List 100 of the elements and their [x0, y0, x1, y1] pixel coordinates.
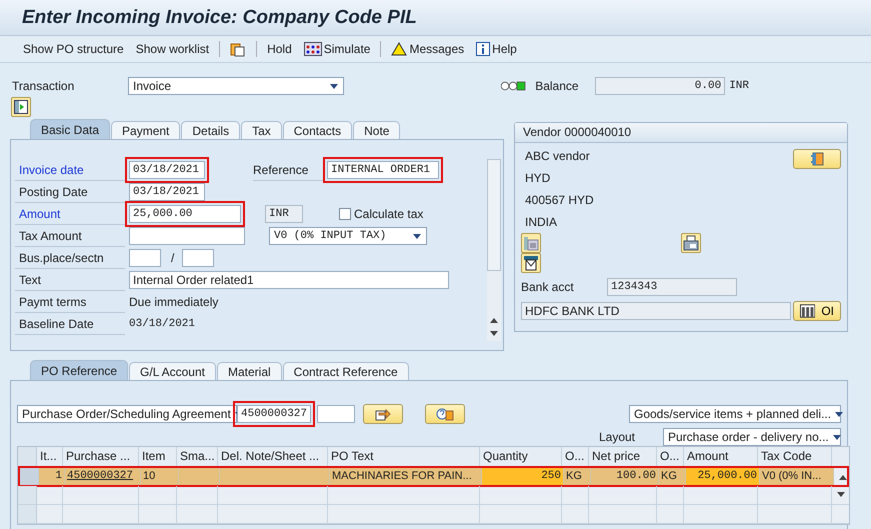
toolbar-button[interactable]: Show PO structure [18, 40, 129, 58]
layout-label: Layout [598, 430, 635, 444]
vendor-address-line: HYD [525, 170, 552, 187]
help-search-icon [436, 407, 454, 421]
scrollbar[interactable] [487, 159, 501, 341]
simulate-button[interactable]: Simulate [298, 40, 376, 58]
baseline-date-text: 03/18/2021 [129, 318, 196, 330]
transaction-label: Transaction [12, 79, 76, 93]
column-header[interactable]: Quantity [480, 447, 562, 466]
column-header[interactable]: Item [139, 447, 177, 466]
window-title: Enter Incoming Invoice: Company Code PIL [22, 6, 417, 28]
table-cell: KG [659, 468, 686, 485]
tab[interactable]: Payment [111, 121, 180, 139]
bank-account-label: Bank acct [521, 280, 575, 294]
tab[interactable]: PO Reference [30, 360, 128, 380]
separator-text: / [171, 251, 174, 265]
tax-code-dropdown[interactable]: V0 (0% INPUT TAX) [269, 227, 427, 245]
fax-icon [683, 235, 699, 251]
scroll-up-icon[interactable] [838, 474, 848, 480]
grid-icon [304, 42, 322, 56]
table-cell[interactable]: 25,000.00 [686, 468, 760, 485]
column-header[interactable]: O... [657, 447, 684, 466]
scroll-down-icon[interactable] [489, 331, 500, 337]
calculate-tax-checkbox[interactable]: Calculate tax [339, 207, 424, 221]
tab[interactable]: Tax [241, 121, 282, 139]
warning-icon [391, 42, 408, 56]
tab[interactable]: Contract Reference [282, 362, 409, 380]
column-header[interactable]: Tax Code [758, 447, 832, 466]
balance-label: Balance [535, 79, 580, 93]
baseline-date-label: Baseline Date [15, 314, 125, 334]
transfer-button[interactable] [363, 404, 403, 424]
clipboard-icon [230, 41, 246, 57]
table-cell: KG [564, 468, 591, 485]
item-selection-dropdown[interactable]: Goods/service items + planned deli... [629, 405, 841, 423]
open-items-button[interactable]: OI [793, 301, 841, 321]
tax-amount-label: Tax Amount [15, 226, 125, 246]
column-header[interactable]: Purchase ... [63, 447, 139, 466]
vendor-title: Vendor 0000040010 [515, 123, 847, 143]
layout-toggle-button[interactable] [11, 97, 31, 117]
table-cell: MACHINARIES FOR PAIN... [330, 468, 482, 485]
tab[interactable]: Details [181, 121, 240, 139]
table-cell[interactable]: 100.00 [591, 468, 659, 485]
tax-amount-field[interactable] [129, 227, 245, 245]
mail-button[interactable] [521, 253, 541, 273]
column-header[interactable]: Sma... [177, 447, 218, 466]
table-cell: V0 (0% IN... [760, 468, 834, 485]
vendor-address-line: 400567 HYD [525, 192, 594, 209]
reference-type-dropdown[interactable]: Purchase Order/Scheduling Agreement [17, 405, 237, 423]
scroll-down-icon[interactable] [836, 492, 846, 498]
business-place-field[interactable] [129, 249, 161, 267]
tab[interactable]: G/L Account [129, 362, 216, 380]
toolbar-button[interactable]: Show worklist [130, 40, 214, 58]
tab[interactable]: Note [353, 121, 400, 139]
scroll-up-icon[interactable] [489, 317, 500, 323]
column-header[interactable]: It... [37, 447, 63, 466]
amount-label: Amount [15, 204, 125, 224]
posting-date-field[interactable]: 03/18/2021 [129, 183, 205, 201]
text-label: Text [15, 270, 125, 290]
fax-button[interactable] [681, 233, 701, 253]
invoice-date-field[interactable]: 03/18/2021 [129, 161, 205, 179]
text-field[interactable]: Internal Order related1 [129, 271, 449, 289]
tab[interactable]: Contacts [282, 121, 352, 139]
section-field[interactable] [182, 249, 214, 267]
tab[interactable]: Basic Data [30, 119, 110, 139]
amount-field[interactable]: 25,000.00 [129, 205, 241, 223]
panel-icon [14, 100, 28, 114]
balance-field: 0.00 [595, 77, 726, 95]
toolbar-button[interactable]: Hold [262, 40, 297, 58]
help-button[interactable]: Help [471, 40, 522, 58]
table-cell[interactable]: 250 [482, 468, 564, 485]
envelope-icon [523, 255, 539, 271]
messages-button[interactable]: Messages [386, 40, 470, 58]
vendor-details-button[interactable] [793, 149, 841, 169]
table-cell [179, 468, 220, 485]
po-link[interactable]: 4500000327 [65, 468, 141, 485]
reference-field[interactable]: INTERNAL ORDER1 [327, 161, 439, 179]
column-header[interactable]: Net price [589, 447, 657, 466]
tab[interactable]: Material [216, 362, 282, 380]
info-icon [476, 42, 490, 56]
column-header[interactable]: Amount [684, 447, 758, 466]
column-header[interactable]: Del. Note/Sheet ... [218, 447, 328, 466]
table-cell: 10 [141, 468, 179, 485]
currency-field: INR [265, 205, 303, 223]
transaction-dropdown[interactable]: Invoice [128, 77, 344, 95]
table-cell[interactable]: 1 [39, 468, 65, 485]
column-header[interactable]: PO Text [328, 447, 480, 466]
arrow-icon [375, 407, 391, 421]
invoice-date-label: Invoice date [15, 160, 125, 180]
item-field[interactable] [317, 405, 355, 423]
bank-account-field: 1234343 [607, 278, 737, 296]
po-number-field[interactable]: 4500000327 [237, 405, 311, 423]
payment-terms-text: Due immediately [129, 295, 218, 309]
bank-name-field: HDFC BANK LTD [521, 302, 791, 320]
layout-dropdown[interactable]: Purchase order - delivery no... [663, 428, 841, 446]
posting-date-label: Posting Date [15, 182, 125, 202]
table-icon [800, 304, 816, 318]
search-help-button[interactable] [425, 404, 465, 424]
vendor-address-line: INDIA [525, 214, 558, 231]
column-header[interactable]: O... [562, 447, 589, 466]
vendor-address-line: ABC vendor [525, 148, 591, 165]
